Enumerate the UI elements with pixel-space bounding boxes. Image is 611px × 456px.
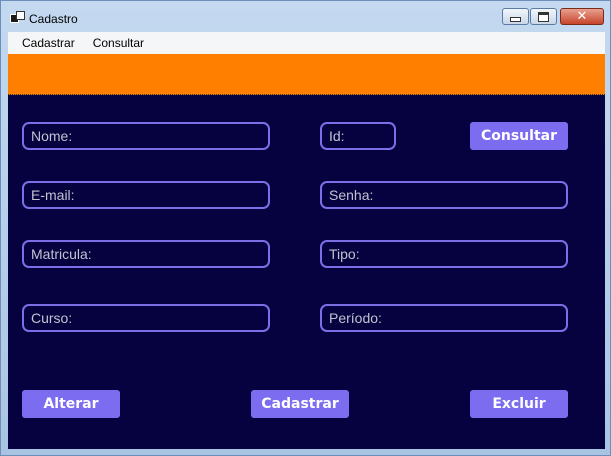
curso-input[interactable] (22, 304, 270, 332)
window-title: Cadastro (29, 12, 78, 26)
cadastrar-button[interactable]: Cadastrar (251, 390, 349, 418)
alterar-button[interactable]: Alterar (22, 390, 120, 418)
tipo-input[interactable] (320, 240, 568, 268)
close-button[interactable]: ✕ (560, 8, 604, 25)
form-client-area: Cadastrar Consultar Consultar Alterar Ca… (8, 32, 605, 449)
menu-bar: Cadastrar Consultar (8, 32, 605, 54)
excluir-button[interactable]: Excluir (470, 390, 568, 418)
periodo-input[interactable] (320, 304, 568, 332)
senha-input[interactable] (320, 181, 568, 209)
maximize-button[interactable] (530, 8, 557, 25)
id-input[interactable] (320, 122, 396, 150)
menu-item-consultar[interactable]: Consultar (84, 36, 153, 50)
nome-input[interactable] (22, 122, 270, 150)
app-window-icon (10, 11, 25, 23)
menu-item-cadastrar[interactable]: Cadastrar (8, 36, 84, 50)
close-icon: ✕ (576, 9, 588, 24)
maximize-icon (538, 11, 549, 22)
window-controls: ✕ (501, 8, 604, 25)
header-banner (8, 54, 605, 95)
title-bar[interactable]: Cadastro ✕ (1, 1, 610, 31)
minimize-button[interactable] (502, 8, 529, 25)
email-input[interactable] (22, 181, 270, 209)
minimize-icon (510, 16, 521, 22)
matricula-input[interactable] (22, 240, 270, 268)
app-window: Cadastro ✕ Cadastrar Consultar Consultar (0, 0, 611, 456)
consultar-button[interactable]: Consultar (470, 122, 568, 150)
